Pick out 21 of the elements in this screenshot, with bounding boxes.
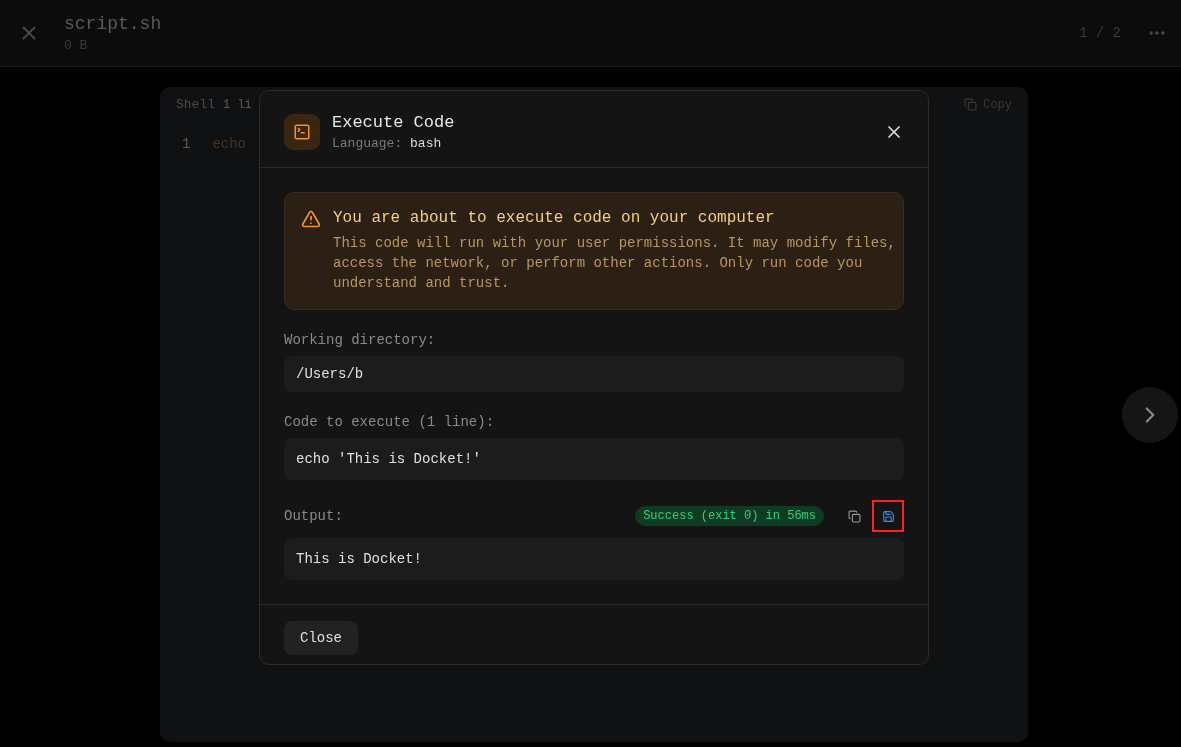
- field-label: Working directory:: [284, 332, 437, 348]
- status-badge: Success (exit 0) in 56ms: [635, 506, 824, 526]
- copy-icon: [964, 98, 978, 111]
- terminal-icon: [284, 114, 320, 150]
- close-button[interactable]: Close: [284, 621, 358, 655]
- warning-text: This code will run with your user permissions. It may modify files, access the network, or perform other actions. Only run code you understand and trust.: [333, 234, 897, 293]
- language-label: Shell: [176, 97, 215, 112]
- warning-icon: [301, 209, 321, 229]
- language-info: Language: bash: [332, 136, 443, 151]
- line-count: 1 li: [223, 97, 253, 112]
- dialog-title: Execute Code: [332, 113, 456, 132]
- field-label: Output:: [284, 508, 344, 524]
- line-number: 1: [182, 136, 191, 152]
- code-field: echo 'This is Docket!': [284, 438, 904, 480]
- field-label: Code to execute (1 line):: [284, 414, 496, 430]
- file-name: script.sh: [64, 13, 163, 34]
- warning-title: You are about to execute code on your computer: [333, 209, 776, 227]
- save-icon[interactable]: [872, 500, 904, 532]
- output-field: This is Docket!: [284, 538, 904, 580]
- directory-field: /Users/b: [284, 356, 904, 392]
- code-line: echo: [212, 136, 246, 152]
